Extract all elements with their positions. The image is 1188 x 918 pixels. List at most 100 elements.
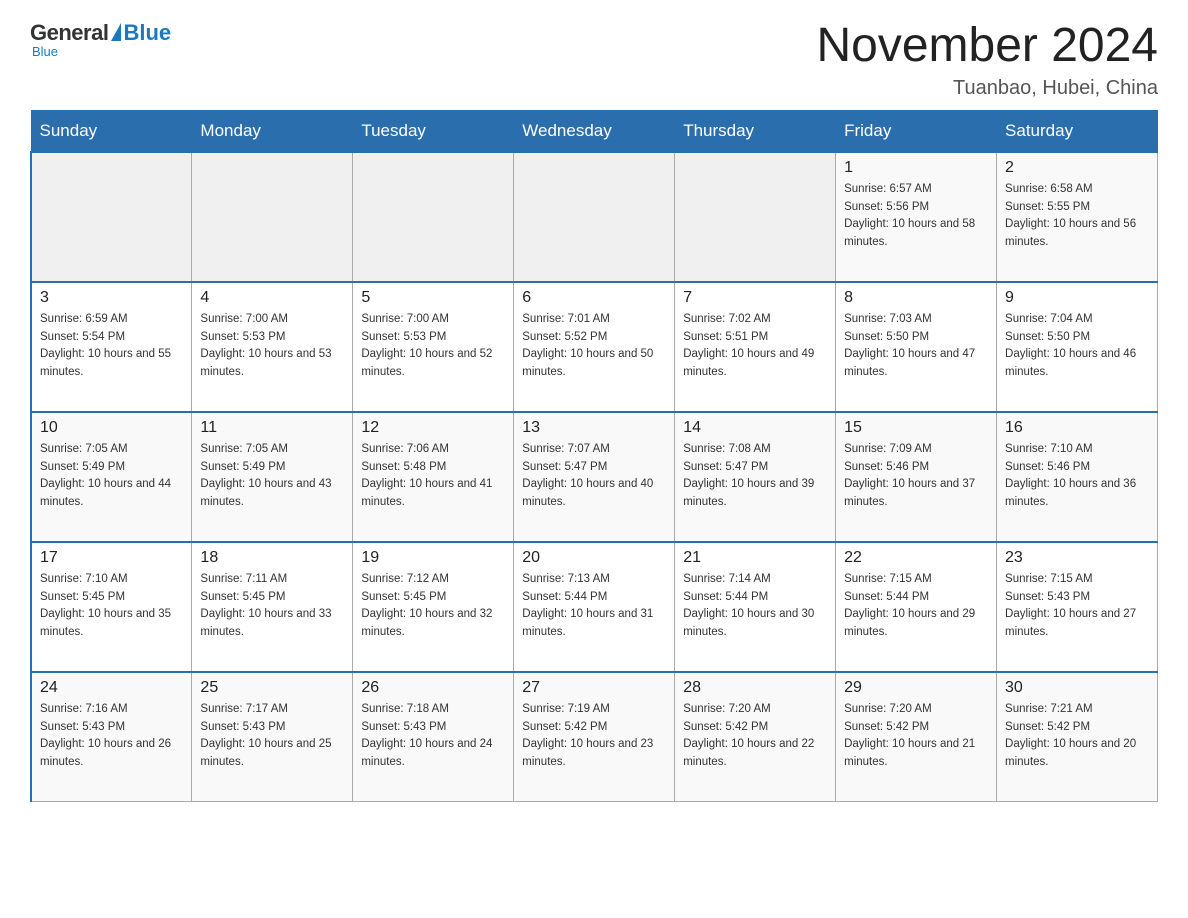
calendar-week-row: 17 Sunrise: 7:10 AMSunset: 5:45 PMDayligh… — [31, 542, 1158, 672]
day-number: 22 — [844, 549, 988, 567]
calendar-cell: 23 Sunrise: 7:15 AMSunset: 5:43 PMDayligh… — [997, 542, 1158, 672]
calendar-title: November 2024 — [816, 20, 1158, 73]
day-info: Sunrise: 7:00 AMSunset: 5:53 PMDaylight:… — [361, 311, 505, 382]
day-number: 29 — [844, 679, 988, 697]
calendar-week-row: 10Sunrise: 7:05 AMSunset: 5:49 PMDayligh… — [31, 412, 1158, 542]
calendar-cell: 26Sunrise: 7:18 AMSunset: 5:43 PMDayligh… — [353, 672, 514, 802]
calendar-cell: 21 Sunrise: 7:14 AMSunset: 5:44 PMDayligh… — [675, 542, 836, 672]
calendar-cell: 19Sunrise: 7:12 AMSunset: 5:45 PMDayligh… — [353, 542, 514, 672]
day-number: 3 — [40, 289, 183, 307]
logo-tagline: Blue — [32, 44, 58, 59]
weekday-header: Friday — [836, 110, 997, 152]
day-info: Sunrise: 7:05 AMSunset: 5:49 PMDaylight:… — [40, 441, 183, 512]
calendar-cell — [192, 152, 353, 282]
day-number: 27 — [522, 679, 666, 697]
title-area: November 2024 Tuanbao, Hubei, China — [816, 20, 1158, 100]
calendar-cell: 20Sunrise: 7:13 AMSunset: 5:44 PMDayligh… — [514, 542, 675, 672]
day-info: Sunrise: 7:07 AMSunset: 5:47 PMDaylight:… — [522, 441, 666, 512]
day-info: Sunrise: 7:20 AMSunset: 5:42 PMDaylight:… — [683, 701, 827, 772]
day-info: Sunrise: 7:06 AMSunset: 5:48 PMDaylight:… — [361, 441, 505, 512]
calendar-cell: 25 Sunrise: 7:17 AMSunset: 5:43 PMDayligh… — [192, 672, 353, 802]
calendar-cell — [353, 152, 514, 282]
logo-general-text: General — [30, 20, 108, 46]
calendar-cell: 12 Sunrise: 7:06 AMSunset: 5:48 PMDayligh… — [353, 412, 514, 542]
weekday-header: Monday — [192, 110, 353, 152]
day-number: 30 — [1005, 679, 1149, 697]
day-info: Sunrise: 7:00 AMSunset: 5:53 PMDaylight:… — [200, 311, 344, 382]
day-info: Sunrise: 7:05 AMSunset: 5:49 PMDaylight:… — [200, 441, 344, 512]
day-number: 17 — [40, 549, 183, 567]
weekday-header: Wednesday — [514, 110, 675, 152]
day-number: 2 — [1005, 159, 1149, 177]
calendar-cell: 1 Sunrise: 6:57 AMSunset: 5:56 PMDaylight… — [836, 152, 997, 282]
day-number: 1 — [844, 159, 988, 177]
calendar-cell: 22 Sunrise: 7:15 AMSunset: 5:44 PMDayligh… — [836, 542, 997, 672]
logo-blue-text: Blue — [123, 20, 171, 46]
day-info: Sunrise: 7:04 AMSunset: 5:50 PMDaylight:… — [1005, 311, 1149, 382]
logo-triangle-icon — [111, 23, 121, 41]
day-info: Sunrise: 7:01 AMSunset: 5:52 PMDaylight:… — [522, 311, 666, 382]
calendar-cell: 18Sunrise: 7:11 AMSunset: 5:45 PMDayligh… — [192, 542, 353, 672]
day-info: Sunrise: 7:10 AMSunset: 5:46 PMDaylight:… — [1005, 441, 1149, 512]
day-number: 21 — [683, 549, 827, 567]
calendar-week-row: 3Sunrise: 6:59 AMSunset: 5:54 PMDaylight… — [31, 282, 1158, 412]
day-info: Sunrise: 7:02 AMSunset: 5:51 PMDaylight:… — [683, 311, 827, 382]
weekday-header: Thursday — [675, 110, 836, 152]
day-number: 12 — [361, 419, 505, 437]
calendar-cell: 5Sunrise: 7:00 AMSunset: 5:53 PMDaylight… — [353, 282, 514, 412]
day-info: Sunrise: 7:13 AMSunset: 5:44 PMDaylight:… — [522, 571, 666, 642]
day-info: Sunrise: 7:09 AMSunset: 5:46 PMDaylight:… — [844, 441, 988, 512]
calendar-cell: 3Sunrise: 6:59 AMSunset: 5:54 PMDaylight… — [31, 282, 192, 412]
day-number: 18 — [200, 549, 344, 567]
weekday-header: Tuesday — [353, 110, 514, 152]
calendar-cell: 9Sunrise: 7:04 AMSunset: 5:50 PMDaylight… — [997, 282, 1158, 412]
day-number: 8 — [844, 289, 988, 307]
calendar-cell: 7Sunrise: 7:02 AMSunset: 5:51 PMDaylight… — [675, 282, 836, 412]
day-info: Sunrise: 7:17 AMSunset: 5:43 PMDaylight:… — [200, 701, 344, 772]
day-info: Sunrise: 7:20 AMSunset: 5:42 PMDaylight:… — [844, 701, 988, 772]
calendar-cell — [675, 152, 836, 282]
day-info: Sunrise: 7:12 AMSunset: 5:45 PMDaylight:… — [361, 571, 505, 642]
day-info: Sunrise: 6:57 AMSunset: 5:56 PMDaylight:… — [844, 181, 988, 252]
day-info: Sunrise: 7:21 AMSunset: 5:42 PMDaylight:… — [1005, 701, 1149, 772]
day-info: Sunrise: 7:14 AMSunset: 5:44 PMDaylight:… — [683, 571, 827, 642]
day-number: 23 — [1005, 549, 1149, 567]
day-number: 26 — [361, 679, 505, 697]
calendar-cell: 2Sunrise: 6:58 AMSunset: 5:55 PMDaylight… — [997, 152, 1158, 282]
calendar-week-row: 24Sunrise: 7:16 AMSunset: 5:43 PMDayligh… — [31, 672, 1158, 802]
weekday-header: Saturday — [997, 110, 1158, 152]
calendar-week-row: 1 Sunrise: 6:57 AMSunset: 5:56 PMDaylight… — [31, 152, 1158, 282]
calendar-cell: 13 Sunrise: 7:07 AMSunset: 5:47 PMDayligh… — [514, 412, 675, 542]
calendar-cell — [514, 152, 675, 282]
day-number: 6 — [522, 289, 666, 307]
day-info: Sunrise: 7:15 AMSunset: 5:44 PMDaylight:… — [844, 571, 988, 642]
calendar-cell: 29 Sunrise: 7:20 AMSunset: 5:42 PMDayligh… — [836, 672, 997, 802]
day-info: Sunrise: 7:10 AMSunset: 5:45 PMDaylight:… — [40, 571, 183, 642]
page-header: General Blue Blue November 2024 Tuanbao,… — [30, 20, 1158, 100]
calendar-cell: 8 Sunrise: 7:03 AMSunset: 5:50 PMDaylight… — [836, 282, 997, 412]
day-number: 11 — [200, 419, 344, 437]
day-info: Sunrise: 7:15 AMSunset: 5:43 PMDaylight:… — [1005, 571, 1149, 642]
day-number: 28 — [683, 679, 827, 697]
calendar-cell: 30 Sunrise: 7:21 AMSunset: 5:42 PMDayligh… — [997, 672, 1158, 802]
day-number: 15 — [844, 419, 988, 437]
calendar-cell: 4Sunrise: 7:00 AMSunset: 5:53 PMDaylight… — [192, 282, 353, 412]
day-number: 14 — [683, 419, 827, 437]
day-info: Sunrise: 7:08 AMSunset: 5:47 PMDaylight:… — [683, 441, 827, 512]
logo: General Blue Blue — [30, 20, 171, 59]
calendar-cell: 14 Sunrise: 7:08 AMSunset: 5:47 PMDayligh… — [675, 412, 836, 542]
calendar-cell: 17 Sunrise: 7:10 AMSunset: 5:45 PMDayligh… — [31, 542, 192, 672]
calendar-table: SundayMondayTuesdayWednesdayThursdayFrid… — [30, 110, 1158, 803]
day-number: 16 — [1005, 419, 1149, 437]
calendar-cell: 16 Sunrise: 7:10 AMSunset: 5:46 PMDayligh… — [997, 412, 1158, 542]
calendar-cell: 24Sunrise: 7:16 AMSunset: 5:43 PMDayligh… — [31, 672, 192, 802]
weekday-header: Sunday — [31, 110, 192, 152]
calendar-cell: 10Sunrise: 7:05 AMSunset: 5:49 PMDayligh… — [31, 412, 192, 542]
day-number: 25 — [200, 679, 344, 697]
day-info: Sunrise: 7:03 AMSunset: 5:50 PMDaylight:… — [844, 311, 988, 382]
calendar-cell: 6 Sunrise: 7:01 AMSunset: 5:52 PMDaylight… — [514, 282, 675, 412]
weekday-header-row: SundayMondayTuesdayWednesdayThursdayFrid… — [31, 110, 1158, 152]
day-number: 13 — [522, 419, 666, 437]
calendar-cell: 15 Sunrise: 7:09 AMSunset: 5:46 PMDayligh… — [836, 412, 997, 542]
calendar-cell: 11 Sunrise: 7:05 AMSunset: 5:49 PMDayligh… — [192, 412, 353, 542]
